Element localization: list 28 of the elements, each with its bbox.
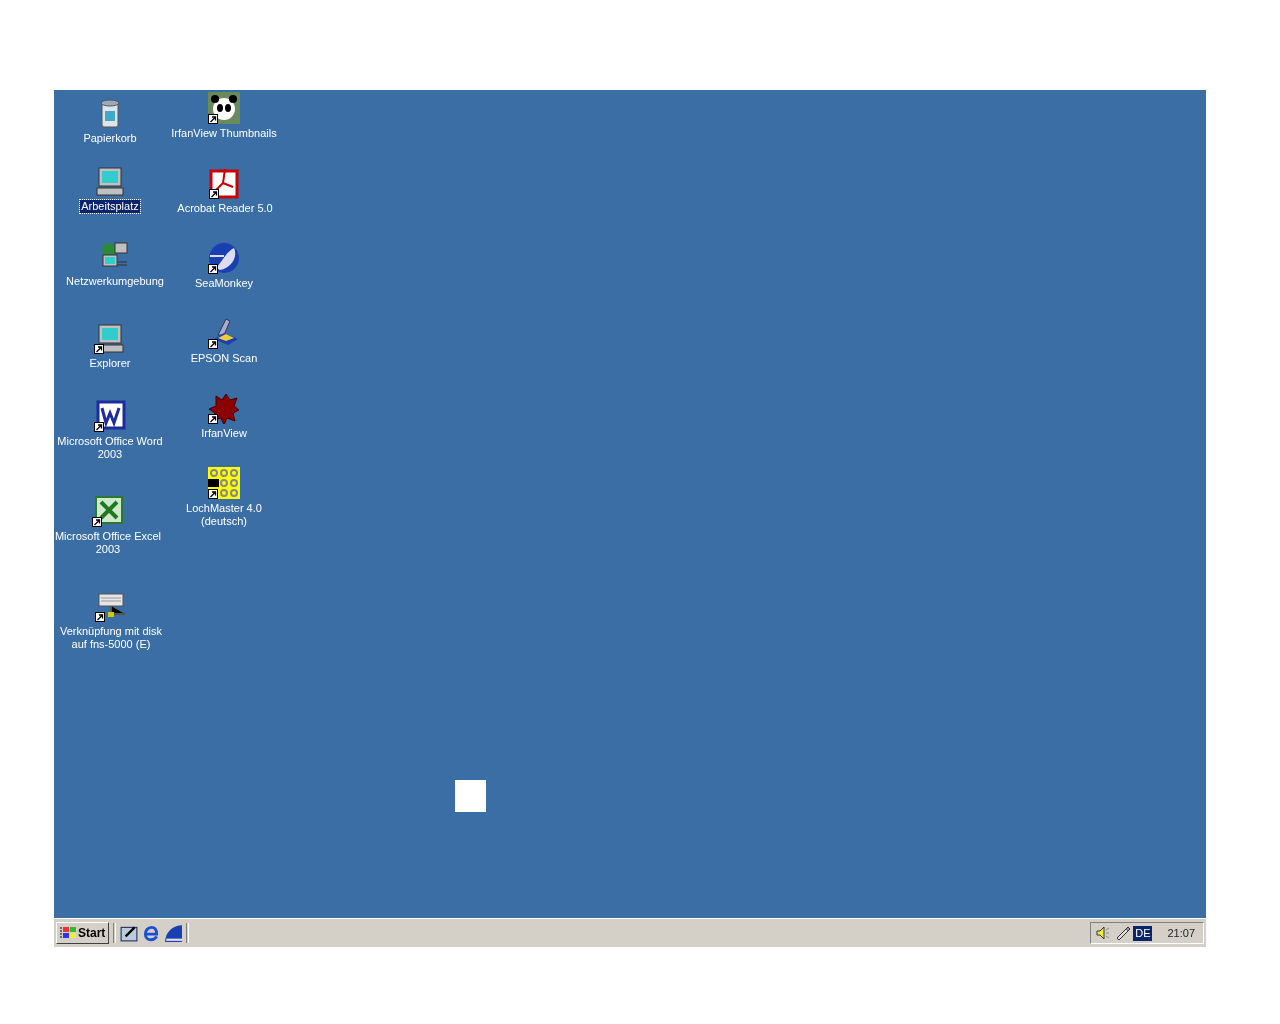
desktop-icon-label[interactable]: Arbeitsplatz [80,200,140,213]
desktop-icon-label[interactable]: Microsoft Office Word 2003 [51,435,169,461]
desktop-icon-label[interactable]: SeaMonkey [193,277,255,290]
spreadsheet-icon [92,495,124,527]
word-document-icon [94,400,126,432]
desktop-icon-label[interactable]: LochMaster 4.0 (deutsch) [165,502,283,528]
browser-e-icon[interactable] [142,924,161,942]
language-indicator[interactable]: DE [1133,925,1153,941]
desktop-icon-label[interactable]: Verknüpfung mit disk auf fns-5000 (E) [52,625,170,651]
desktop-icon-label[interactable]: Explorer [88,357,132,370]
usb-stick-icon[interactable] [1114,925,1131,941]
start-button[interactable]: Start [56,922,110,944]
windows-flag-icon [60,926,76,940]
grid-board-icon [208,467,240,499]
desktop-pad-icon[interactable] [120,924,139,942]
desktop-icon-label[interactable]: EPSON Scan [189,352,259,365]
blank-tile [455,780,486,812]
desktop-icon-label[interactable]: Acrobat Reader 5.0 [176,202,274,215]
desktop-icon-label[interactable]: IrfanView Thumbnails [170,127,278,140]
desktop-icon-label[interactable]: Papierkorb [82,132,138,145]
desktop-icon-label[interactable]: Netzwerkumgebung [65,275,165,288]
speaker-icon[interactable] [1095,925,1112,941]
desktop-icon-label[interactable]: IrfanView [200,427,248,440]
paint-splat-icon [208,392,240,424]
panda-icon [208,92,240,124]
document-icon [209,167,241,199]
desktop-icon-label[interactable]: Microsoft Office Excel 2003 [49,530,167,556]
clock: 21:07 [1167,925,1195,941]
